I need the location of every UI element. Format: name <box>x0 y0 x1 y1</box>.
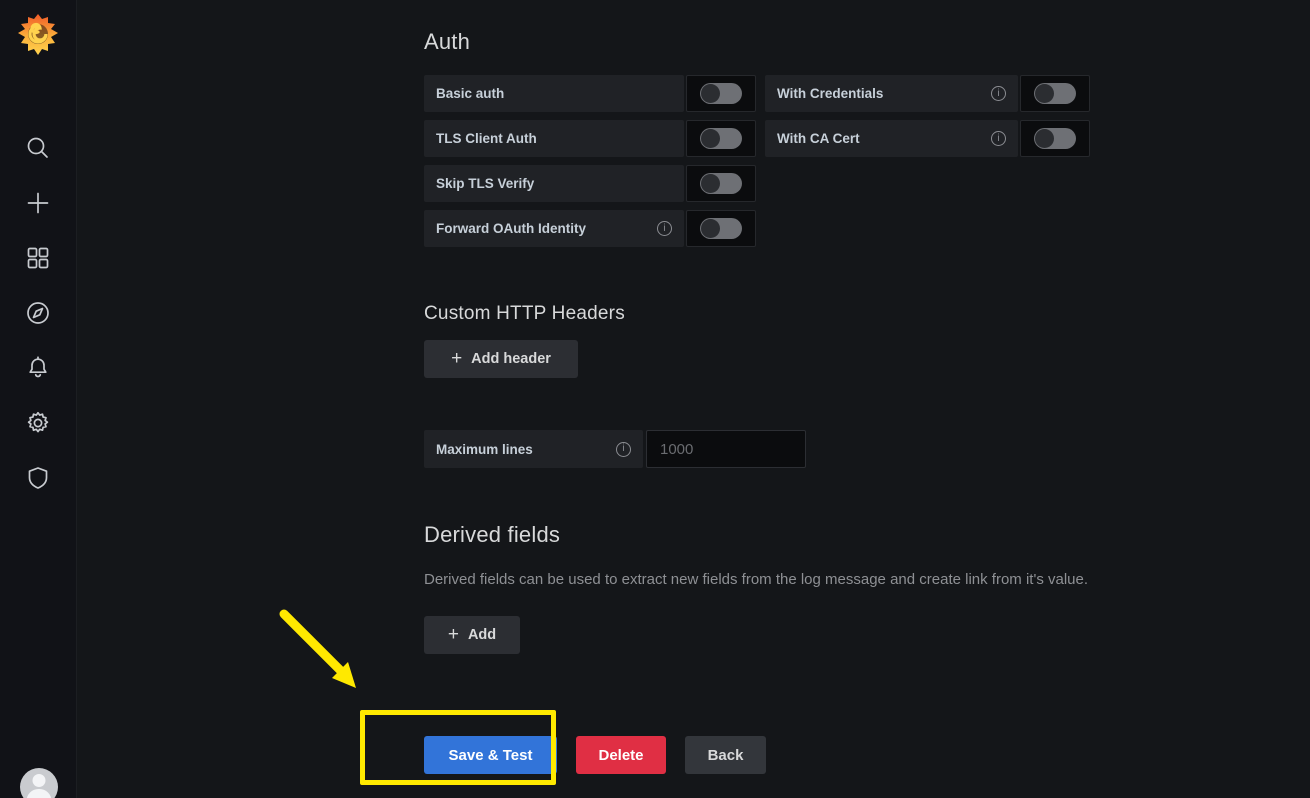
tls-client-auth-label-cell: TLS Client Auth <box>424 120 684 157</box>
sidebar-item-explore[interactable] <box>0 285 77 340</box>
sidebar-nav <box>0 120 77 505</box>
info-icon[interactable]: i <box>991 131 1006 146</box>
derived-fields-title: Derived fields <box>424 522 561 547</box>
toggle-switch <box>700 128 742 149</box>
toggle-switch <box>700 218 742 239</box>
field-row-forward-oauth-identity: Forward OAuth Identity i <box>424 210 756 247</box>
auth-section-title: Auth <box>424 29 471 54</box>
forward-oauth-identity-label: Forward OAuth Identity <box>436 221 586 236</box>
bell-icon <box>25 355 51 381</box>
skip-tls-verify-toggle[interactable] <box>686 165 756 202</box>
with-credentials-toggle[interactable] <box>1020 75 1090 112</box>
plus-icon: + <box>447 623 459 645</box>
settings-content: Auth Basic auth TLS Client Auth Skip TLS… <box>77 0 1310 798</box>
info-icon[interactable]: i <box>616 441 631 457</box>
field-row-with-ca-cert: With CA Cert i <box>765 120 1090 157</box>
with-ca-cert-toggle[interactable] <box>1020 120 1090 157</box>
maximum-lines-label: Maximum lines <box>436 441 533 457</box>
sidebar-item-dashboards[interactable] <box>0 230 77 285</box>
sidebar-item-alerting[interactable] <box>0 340 77 395</box>
maximum-lines-input[interactable] <box>646 430 806 468</box>
forward-oauth-identity-label-cell: Forward OAuth Identity i <box>424 210 684 247</box>
with-ca-cert-label: With CA Cert <box>777 131 860 146</box>
with-credentials-label: With Credentials <box>777 86 884 101</box>
field-row-tls-client-auth: TLS Client Auth <box>424 120 756 157</box>
tls-client-auth-toggle[interactable] <box>686 120 756 157</box>
back-button[interactable]: Back <box>685 736 766 774</box>
search-icon <box>25 135 51 161</box>
sidebar-item-server-admin[interactable] <box>0 450 77 505</box>
with-ca-cert-label-cell: With CA Cert i <box>765 120 1018 157</box>
basic-auth-label: Basic auth <box>436 86 505 101</box>
toggle-switch <box>700 173 742 194</box>
field-row-with-credentials: With Credentials i <box>765 75 1090 112</box>
maximum-lines-label-cell: Maximum lines i <box>424 430 643 468</box>
field-row-basic-auth: Basic auth <box>424 75 756 112</box>
toggle-switch <box>700 83 742 104</box>
gear-icon <box>25 410 51 436</box>
info-icon[interactable]: i <box>991 86 1006 101</box>
field-row-skip-tls-verify: Skip TLS Verify <box>424 165 756 202</box>
plus-icon <box>25 190 51 216</box>
main-sidebar <box>0 0 77 798</box>
custom-http-headers-title: Custom HTTP Headers <box>424 303 625 324</box>
avatar <box>19 768 58 798</box>
save-test-button[interactable]: Save & Test <box>424 736 557 774</box>
add-header-label: Add header <box>471 351 551 367</box>
skip-tls-verify-label: Skip TLS Verify <box>436 176 535 191</box>
toggle-switch <box>1034 128 1076 149</box>
tls-client-auth-label: TLS Client Auth <box>436 131 537 146</box>
basic-auth-toggle[interactable] <box>686 75 756 112</box>
grafana-logo-icon[interactable] <box>11 8 65 62</box>
sidebar-item-configuration[interactable] <box>0 395 77 450</box>
with-credentials-label-cell: With Credentials i <box>765 75 1018 112</box>
toggle-switch <box>1034 83 1076 104</box>
shield-icon <box>25 465 51 491</box>
user-profile-button[interactable] <box>0 768 77 798</box>
basic-auth-label-cell: Basic auth <box>424 75 684 112</box>
skip-tls-verify-label-cell: Skip TLS Verify <box>424 165 684 202</box>
compass-icon <box>25 300 51 326</box>
sidebar-item-search[interactable] <box>0 120 77 175</box>
sidebar-item-create[interactable] <box>0 175 77 230</box>
add-derived-field-label: Add <box>467 627 497 643</box>
add-derived-field-button[interactable]: + Add <box>424 616 520 654</box>
field-row-maximum-lines: Maximum lines i <box>424 430 806 468</box>
info-icon[interactable]: i <box>657 221 672 236</box>
grafana-datasource-settings-page: Auth Basic auth TLS Client Auth Skip TLS… <box>0 0 1310 798</box>
derived-fields-description: Derived fields can be used to extract ne… <box>424 571 1089 588</box>
delete-button[interactable]: Delete <box>576 736 666 774</box>
add-header-button[interactable]: + Add header <box>424 340 578 378</box>
forward-oauth-identity-toggle[interactable] <box>686 210 756 247</box>
apps-grid-icon <box>26 246 50 270</box>
plus-icon: + <box>451 347 463 369</box>
